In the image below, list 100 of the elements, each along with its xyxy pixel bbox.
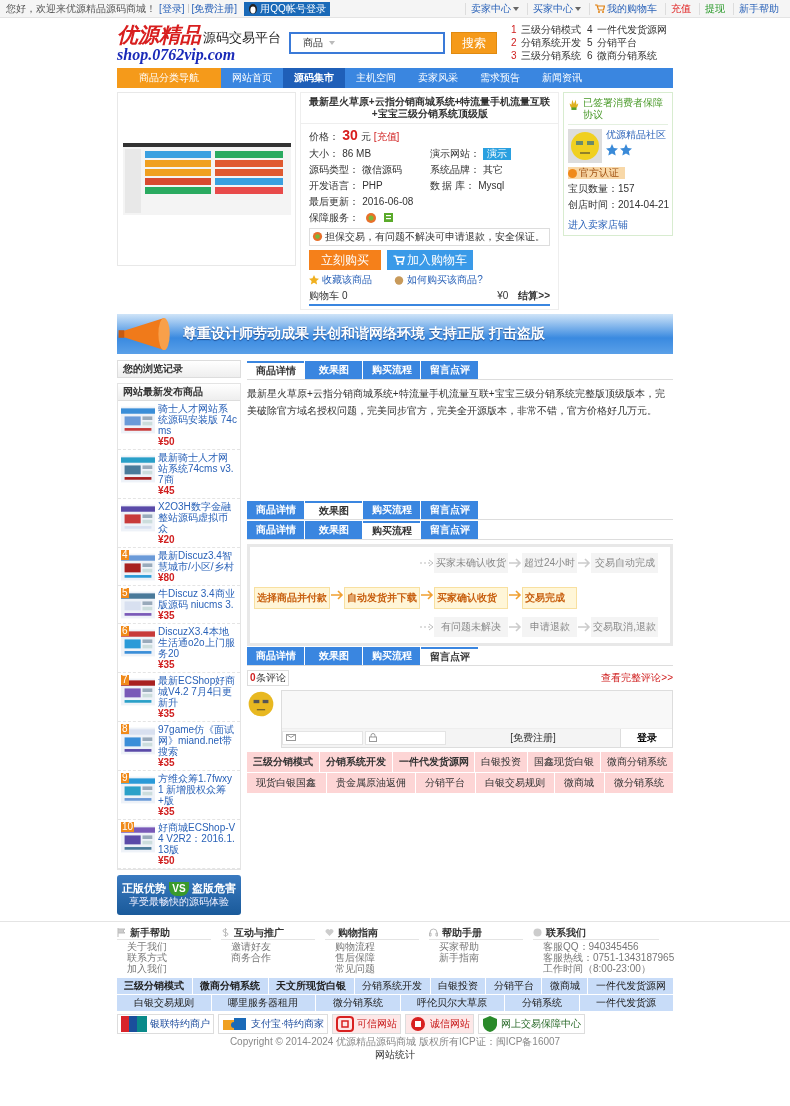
tab[interactable]: 商品详情: [247, 646, 304, 665]
footer-link[interactable]: 常见问题: [325, 962, 429, 974]
stats-link[interactable]: 网站统计: [375, 1048, 415, 1061]
top-menu-link[interactable]: 提现: [699, 2, 730, 15]
tab[interactable]: 留言点评: [421, 360, 478, 379]
seller-name-link[interactable]: 优源精品社区: [606, 129, 666, 140]
keyword-link[interactable]: 微分销系统: [316, 994, 400, 1011]
trust-badge[interactable]: 网上交易保障中心: [478, 1013, 586, 1034]
product-link[interactable]: X2O3H数字金融整站源码虚拟币众: [158, 500, 237, 534]
product-link[interactable]: 骑士人才网站系统源码安装版 74cms: [158, 402, 237, 436]
product-link[interactable]: 好商城ECShop-V4 V2R2：2016.1.13版: [158, 821, 237, 855]
keyword-tag[interactable]: 微商分销系统: [601, 751, 673, 772]
keyword-tag[interactable]: 白银交易规则: [475, 772, 554, 793]
tab[interactable]: 购买流程: [363, 520, 420, 539]
hot-link[interactable]: 2 分销系统开发: [511, 36, 587, 50]
keyword-link[interactable]: 白银投资: [430, 977, 486, 994]
nav-tab[interactable]: 源码集市: [283, 68, 345, 88]
qq-login-button[interactable]: 用QQ帐号登录: [244, 1, 330, 16]
product-link[interactable]: 最新ECShop好商城V4.2 7月4日更新升: [158, 674, 237, 708]
keyword-link[interactable]: 哪里服务器租用: [211, 994, 315, 1011]
keyword-tag[interactable]: 贵金属原油返佣: [326, 772, 415, 793]
product-link[interactable]: 最新骑士人才网站系统74cms v3.7商: [158, 451, 237, 485]
tab[interactable]: 购买流程: [363, 646, 420, 665]
top-menu-link[interactable]: 卖家中心: [465, 2, 524, 15]
tab[interactable]: 留言点评: [421, 520, 478, 539]
login-link[interactable]: [登录]: [159, 2, 185, 15]
tab[interactable]: 商品详情: [247, 520, 304, 539]
footer-link[interactable]: 客服热线：0751-1343187965: [533, 951, 673, 963]
nav-tab[interactable]: 主机空间: [345, 68, 407, 88]
footer-link[interactable]: 加入我们: [117, 962, 221, 974]
trust-badge[interactable]: 银联特约商户: [117, 1013, 214, 1034]
cart-link[interactable]: 我的购物车: [589, 2, 662, 15]
keyword-link[interactable]: 一件代发货源: [579, 994, 673, 1011]
keyword-link[interactable]: 分销平台: [486, 977, 542, 994]
keyword-link[interactable]: 微商分销系统: [192, 977, 268, 994]
keyword-tag[interactable]: 一件代发货源网: [392, 751, 475, 772]
recharge-link[interactable]: [充值]: [373, 131, 400, 143]
top-menu-link[interactable]: 新手帮助: [733, 2, 784, 15]
favorite-link[interactable]: 收藏该商品: [309, 273, 373, 286]
keyword-tag[interactable]: 白银投资: [475, 751, 528, 772]
hot-link[interactable]: 6 微商分销系统: [587, 49, 673, 63]
keyword-link[interactable]: 天文所现货白银: [268, 977, 354, 994]
nav-tab[interactable]: 网站首页: [221, 68, 283, 88]
tab[interactable]: 效果图: [305, 520, 362, 539]
product-link[interactable]: 方维众筹1.7fwxy1 新增股权众筹+版: [158, 772, 237, 806]
keyword-tag[interactable]: 分销系统开发: [319, 751, 392, 772]
tab[interactable]: 商品详情: [247, 360, 304, 379]
hot-link[interactable]: 4 一件代发货源网: [587, 23, 673, 37]
keyword-link[interactable]: 微商城: [542, 977, 588, 994]
keyword-tag[interactable]: 微商城: [555, 772, 604, 793]
tab[interactable]: 效果图: [305, 646, 362, 665]
keyword-link[interactable]: 呼伦贝尔大草原: [400, 994, 504, 1011]
keyword-tag[interactable]: 三级分销模式: [247, 751, 319, 772]
how-to-buy-link[interactable]: 如何购买该商品?: [394, 273, 483, 286]
keyword-link[interactable]: 白银交易规则: [117, 994, 211, 1011]
register-link[interactable]: [免费注册]: [191, 2, 238, 15]
footer-link[interactable]: 新手指南: [429, 951, 533, 963]
hot-link[interactable]: 3 三级分销系统: [511, 49, 587, 63]
trust-badge[interactable]: 诚信网站: [405, 1013, 475, 1034]
search-field[interactable]: 商品: [289, 32, 445, 54]
trust-badge[interactable]: 可信网站: [332, 1013, 402, 1034]
enter-shop-link[interactable]: 进入卖家店铺: [568, 219, 668, 231]
password-field[interactable]: [365, 730, 446, 745]
tab[interactable]: 效果图: [305, 500, 362, 519]
footer-link[interactable]: 购物流程: [325, 940, 429, 952]
product-link[interactable]: 97game仿《面试网》miand.net带搜索: [158, 723, 237, 757]
tab[interactable]: 效果图: [305, 360, 362, 379]
register-link[interactable]: [免费注册]: [510, 731, 556, 744]
tab[interactable]: 商品详情: [247, 500, 304, 519]
keyword-tag[interactable]: 国鑫现货白银: [528, 751, 601, 772]
nav-tab[interactable]: 需求预告: [469, 68, 531, 88]
footer-link[interactable]: 联系方式: [117, 951, 221, 963]
footer-link[interactable]: 商务合作: [221, 951, 325, 963]
hot-link[interactable]: 1 三级分销模式: [511, 23, 587, 37]
keyword-tag[interactable]: 分销平台: [416, 772, 475, 793]
search-scope-dropdown[interactable]: 商品: [303, 37, 335, 49]
nav-tab[interactable]: 新闻资讯: [531, 68, 593, 88]
footer-link[interactable]: 邀请好友: [221, 940, 325, 952]
keyword-tag[interactable]: 微分销系统: [604, 772, 673, 793]
tab[interactable]: 购买流程: [363, 500, 420, 519]
nav-tab[interactable]: 卖家风采: [407, 68, 469, 88]
footer-link[interactable]: 客服QQ：940345456: [533, 940, 673, 952]
email-field[interactable]: [282, 730, 363, 745]
tab[interactable]: 购买流程: [363, 360, 420, 379]
product-link[interactable]: 最新Discuz3.4智慧城市/小区/乡村: [158, 549, 237, 572]
keyword-link[interactable]: 一件代发货源网: [588, 977, 673, 994]
product-link[interactable]: DiscuzX3.4本地生活通o2o上门服务20: [158, 625, 237, 659]
trust-badge[interactable]: 支付宝·特约商家: [218, 1013, 329, 1034]
tab[interactable]: 留言点评: [421, 500, 478, 519]
top-menu-link[interactable]: 买家中心: [527, 2, 586, 15]
footer-link[interactable]: 售后保障: [325, 951, 429, 963]
footer-link[interactable]: 买家帮助: [429, 940, 533, 952]
hot-link[interactable]: 5 分销平台: [587, 36, 673, 50]
tab[interactable]: 留言点评: [421, 646, 478, 665]
checkout-link[interactable]: 结算>>: [518, 289, 550, 302]
keyword-link[interactable]: 三级分销模式: [117, 977, 192, 994]
footer-link[interactable]: 关于我们: [117, 940, 221, 952]
keyword-tag[interactable]: 现货白银国鑫: [247, 772, 326, 793]
product-link[interactable]: 牛Discuz 3.4商业版源码 niucms 3.: [158, 587, 237, 610]
keyword-link[interactable]: 分销系统: [505, 994, 579, 1011]
